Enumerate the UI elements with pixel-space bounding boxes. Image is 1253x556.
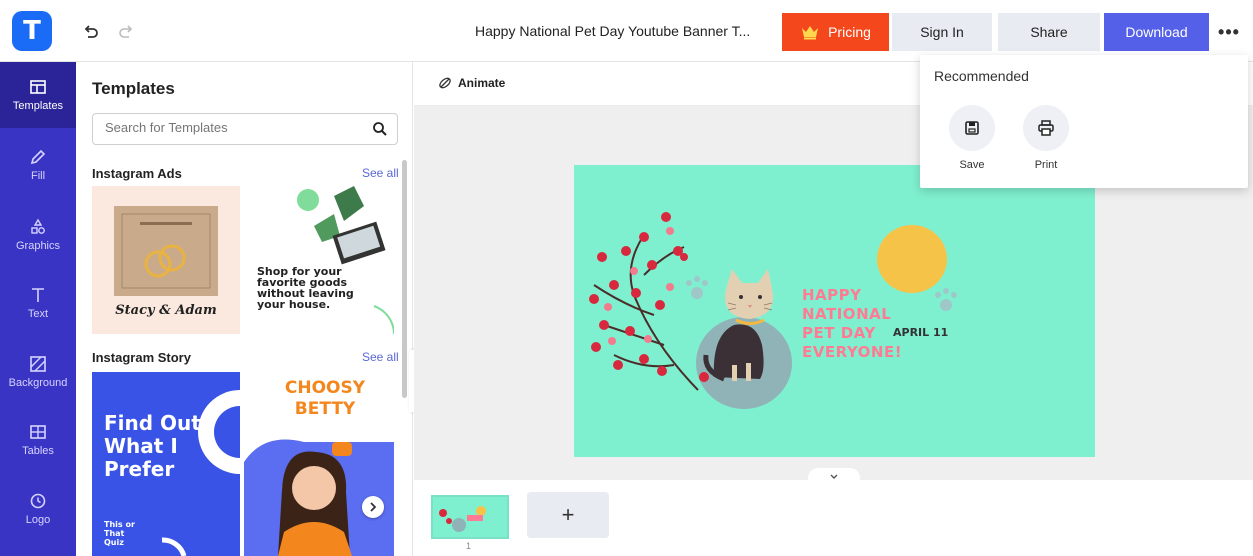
save-icon [965,121,979,135]
template-thumbnail-choosy[interactable]: CHOOSY BETTY [244,372,394,556]
headline-line: NATIONAL [802,305,892,323]
sign-in-button[interactable]: Sign In [892,13,992,51]
template-thumbnail-wedding[interactable]: Stacy & Adam [92,186,240,334]
download-button[interactable]: Download [1104,13,1209,51]
left-rail: Templates Fill Graphics Text Background … [0,62,76,556]
animate-label: Animate [458,76,506,90]
search-icon[interactable] [372,121,388,137]
headline-line: EVERYONE! [802,343,903,361]
share-label: Share [1030,24,1068,40]
design-date[interactable]: APRIL 11 [893,326,948,339]
section-title-instagram-story: Instagram Story [92,350,191,365]
page-thumbnail[interactable] [431,495,509,539]
story-headline: Find Out What I Prefer [104,411,201,481]
printer-icon [1038,120,1054,136]
app-logo[interactable]: T [12,11,52,51]
save-circle [949,105,995,151]
logo-letter: T [23,16,41,46]
chevron-right-icon [370,502,377,512]
rail-label: Templates [12,100,64,112]
dropdown-title: Recommended [934,68,1029,84]
see-all-link[interactable]: See all [362,350,399,364]
panel-scrollbar[interactable] [402,160,407,398]
shop-artwork [297,186,394,334]
animate-button[interactable]: Animate [438,76,505,90]
pricing-label: Pricing [828,24,871,40]
panel-title: Templates [92,79,175,98]
save-label: Save [959,159,985,171]
more-icon: ••• [1218,21,1240,42]
template-thumbnail-shop[interactable]: Shop for your favorite goods without lea… [244,186,394,334]
more-options-button[interactable]: ••• [1212,17,1246,47]
rail-label: Graphics [15,240,61,252]
pages-bar: 1 + [414,480,1253,556]
print-circle [1023,105,1069,151]
rail-item-graphics[interactable]: Graphics [0,202,76,268]
rail-label: Tables [22,445,54,457]
shop-headline: Shop for your favorite goods without lea… [257,265,354,311]
next-arrow-button[interactable] [362,496,384,518]
templates-panel: Templates Instagram Ads See all Stacy & … [76,62,413,556]
design-headline[interactable]: HAPPY NATIONAL PET DAY EVERYONE! [802,286,902,362]
top-bar: T Happy National Pet Day Youtube Banner … [0,0,1253,62]
headline-line: PET DAY [802,324,876,342]
document-title[interactable]: Happy National Pet Day Youtube Banner T.… [475,23,765,39]
rail-item-background[interactable]: Background [0,339,76,405]
rail-item-tables[interactable]: Tables [0,407,76,473]
wedding-names: Stacy & Adam [115,303,217,318]
design-canvas[interactable]: HAPPY NATIONAL PET DAY EVERYONE! APRIL 1… [574,165,1095,457]
see-all-link[interactable]: See all [362,166,399,180]
search-input[interactable] [105,120,355,135]
undo-icon[interactable] [80,21,102,43]
sign-in-label: Sign In [920,24,964,40]
headline-line: HAPPY [802,286,862,304]
crown-icon [802,26,819,40]
rail-item-fill[interactable]: Fill [0,132,76,198]
pricing-button[interactable]: Pricing [782,13,889,51]
choosy-headline: CHOOSY BETTY [284,378,366,419]
plus-icon: + [561,502,575,527]
print-label: Print [1034,159,1058,171]
rail-item-logo[interactable]: Logo [0,476,76,542]
templates-icon [30,80,46,94]
download-label: Download [1125,24,1188,40]
rail-label: Background [8,377,68,389]
background-icon [30,356,46,372]
animate-icon [439,77,451,89]
story-subtext: This or That Quiz [104,520,135,547]
rail-label: Logo [25,514,51,526]
text-icon [32,288,44,302]
share-button[interactable]: Share [998,13,1100,51]
section-title-instagram-ads: Instagram Ads [92,166,182,181]
search-box[interactable] [92,113,398,145]
shapes-icon [31,218,45,234]
page-number: 1 [466,541,472,551]
add-page-button[interactable]: + [527,492,609,538]
rail-label: Fill [30,170,46,182]
save-option[interactable]: Save [937,105,1007,171]
rail-item-text[interactable]: Text [0,270,76,336]
page-thumbnail-artwork [439,506,486,532]
logo-icon [30,493,46,509]
template-thumbnail-story[interactable]: Find Out What I Prefer This or That Quiz [92,372,240,556]
pencil-icon [30,149,46,165]
rail-label: Text [27,308,49,320]
print-option[interactable]: Print [1011,105,1081,171]
rail-item-templates[interactable]: Templates [0,62,76,128]
download-dropdown: Recommended Save Print [920,55,1248,188]
table-icon [30,425,46,439]
redo-icon[interactable] [115,21,137,43]
